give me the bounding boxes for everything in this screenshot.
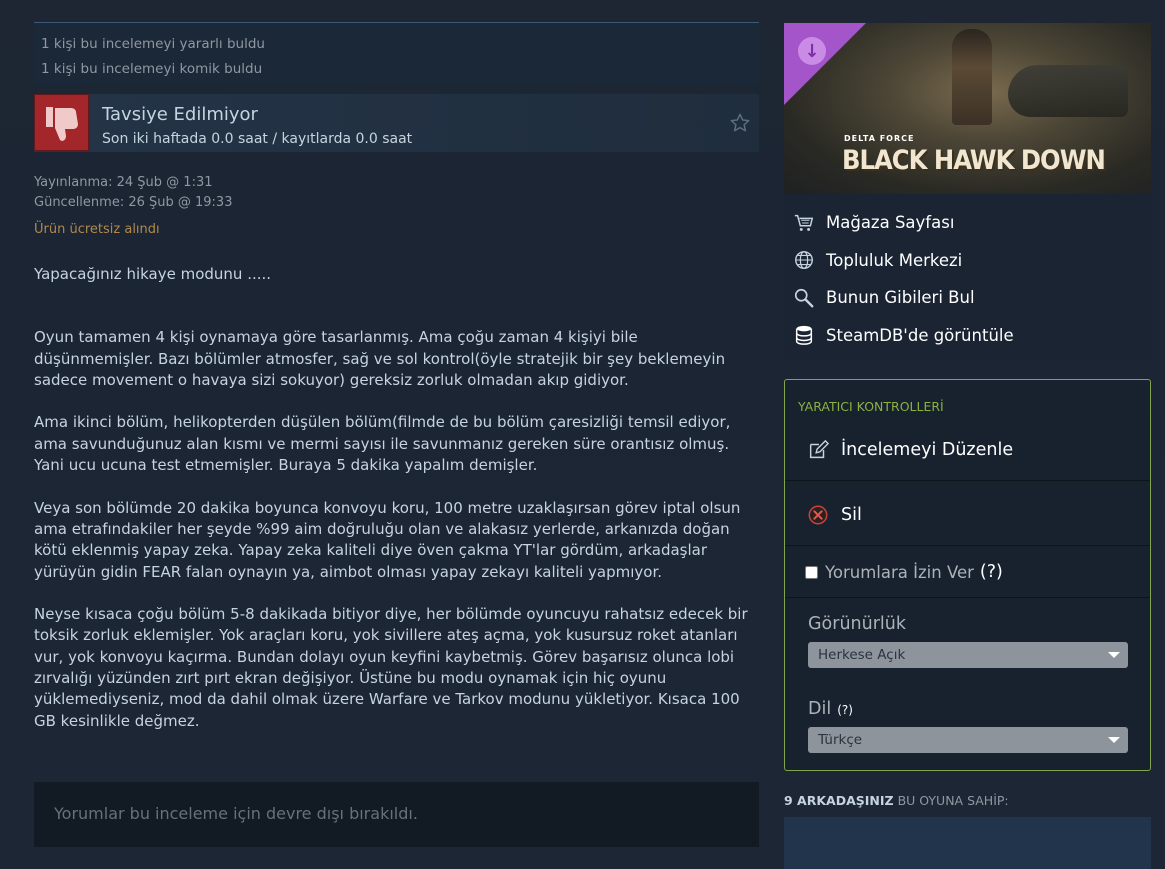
game-links: Mağaza Sayfası Topluluk Merkezi Bunun Gi… <box>784 204 1151 354</box>
playtime-hours: Son iki haftada 0.0 saat / kayıtlarda 0.… <box>102 131 413 147</box>
visibility-label: Görünürlük <box>808 614 907 634</box>
review-paragraph: Veya son bölümde 20 dakika boyunca konvo… <box>34 498 741 581</box>
game-logo-small: DELTA FORCE <box>844 134 915 143</box>
comments-disabled-notice: Yorumlar bu inceleme için devre dışı bır… <box>34 782 759 847</box>
language-label-text: Dil <box>808 699 832 719</box>
star-icon[interactable] <box>729 112 751 134</box>
delete-button[interactable]: Sil <box>785 497 1150 533</box>
review-body: Yapacağınız hikaye modunu ..... Oyun tam… <box>34 264 759 753</box>
chevron-down-icon <box>1108 652 1120 658</box>
link-label: SteamDB'de görüntüle <box>826 325 1014 345</box>
allow-comments-checkbox[interactable] <box>805 565 818 579</box>
review-paragraph: Neyse kısaca çoğu bölüm 5-8 dakikada bit… <box>34 605 748 730</box>
helpful-useful-text: 1 kişi bu incelemeyi yararlı buldu <box>41 36 265 52</box>
divider <box>785 597 1150 598</box>
allow-comments-label: Yorumlara İzin Ver <box>825 562 974 582</box>
help-icon[interactable]: (?) <box>980 562 1003 582</box>
review-paragraph: Yapacağınız hikaye modunu ..... <box>34 265 272 283</box>
helpful-box: 1 kişi bu incelemeyi yararlı buldu 1 kiş… <box>34 22 759 85</box>
delete-icon <box>808 505 828 525</box>
game-card: ↓ DELTA FORCE BLACK HAWK DOWN Mağaza Say… <box>784 23 1151 359</box>
link-label: Mağaza Sayfası <box>826 213 955 233</box>
delete-label: Sil <box>841 505 862 525</box>
steamdb-link[interactable]: SteamDB'de görüntüle <box>784 317 1151 355</box>
chevron-down-icon <box>1108 737 1120 743</box>
game-logo: BLACK HAWK DOWN <box>842 145 1106 176</box>
link-label: Topluluk Merkezi <box>826 250 963 270</box>
edit-icon <box>809 439 829 459</box>
divider <box>785 545 1150 546</box>
cart-icon <box>794 214 814 231</box>
friends-count[interactable]: 9 ARKADAŞINIZ <box>784 793 894 808</box>
updated-date: Güncellenme: 26 Şub @ 19:33 <box>34 195 233 210</box>
free-product-note: Ürün ücretsiz alındı <box>34 222 160 237</box>
find-similar-link[interactable]: Bunun Gibileri Bul <box>784 279 1151 317</box>
recommendation-header: Tavsiye Edilmiyor Son iki haftada 0.0 sa… <box>34 94 759 152</box>
language-value: Türkçe <box>818 732 863 748</box>
thumbs-down-icon <box>34 94 89 151</box>
helpful-funny-text: 1 kişi bu incelemeyi komik buldu <box>41 61 263 77</box>
magnifier-icon <box>794 288 814 308</box>
review-paragraph: Oyun tamamen 4 kişi oynamaya göre tasarl… <box>34 328 726 389</box>
recommendation-title: Tavsiye Edilmiyor <box>102 104 258 125</box>
community-hub-link[interactable]: Topluluk Merkezi <box>784 242 1151 280</box>
visibility-select[interactable]: Herkese Açık <box>808 642 1128 668</box>
language-label: Dil (?) <box>808 699 853 719</box>
database-icon <box>795 326 813 346</box>
friends-own-title: 9 ARKADAŞINIZ BU OYUNA SAHİP: <box>784 793 1009 808</box>
friends-list <box>784 817 1151 869</box>
edit-review-button[interactable]: İncelemeyi Düzenle <box>785 432 1150 468</box>
store-page-link[interactable]: Mağaza Sayfası <box>784 204 1151 242</box>
soldier-shape <box>952 29 992 125</box>
game-banner[interactable]: ↓ DELTA FORCE BLACK HAWK DOWN <box>784 23 1151 194</box>
posted-date: Yayınlanma: 24 Şub @ 1:31 <box>34 175 213 190</box>
download-icon: ↓ <box>798 37 826 65</box>
allow-comments-toggle[interactable]: Yorumlara İzin Ver (?) <box>785 556 1150 588</box>
creator-controls: YARATICI KONTROLLERİ İncelemeyi Düzenle … <box>784 379 1151 771</box>
globe-icon <box>795 251 813 270</box>
review-paragraph: Ama ikinci bölüm, helikopterden düşülen … <box>34 413 731 475</box>
friends-text: BU OYUNA SAHİP: <box>893 793 1009 808</box>
divider <box>785 480 1150 481</box>
link-label: Bunun Gibileri Bul <box>826 288 975 308</box>
download-corner <box>784 23 866 105</box>
language-select[interactable]: Türkçe <box>808 727 1128 753</box>
help-icon[interactable]: (?) <box>837 703 853 717</box>
edit-review-label: İncelemeyi Düzenle <box>841 440 1014 460</box>
helicopter-shape <box>1008 65 1128 117</box>
creator-controls-title: YARATICI KONTROLLERİ <box>798 399 944 414</box>
visibility-value: Herkese Açık <box>818 647 906 663</box>
